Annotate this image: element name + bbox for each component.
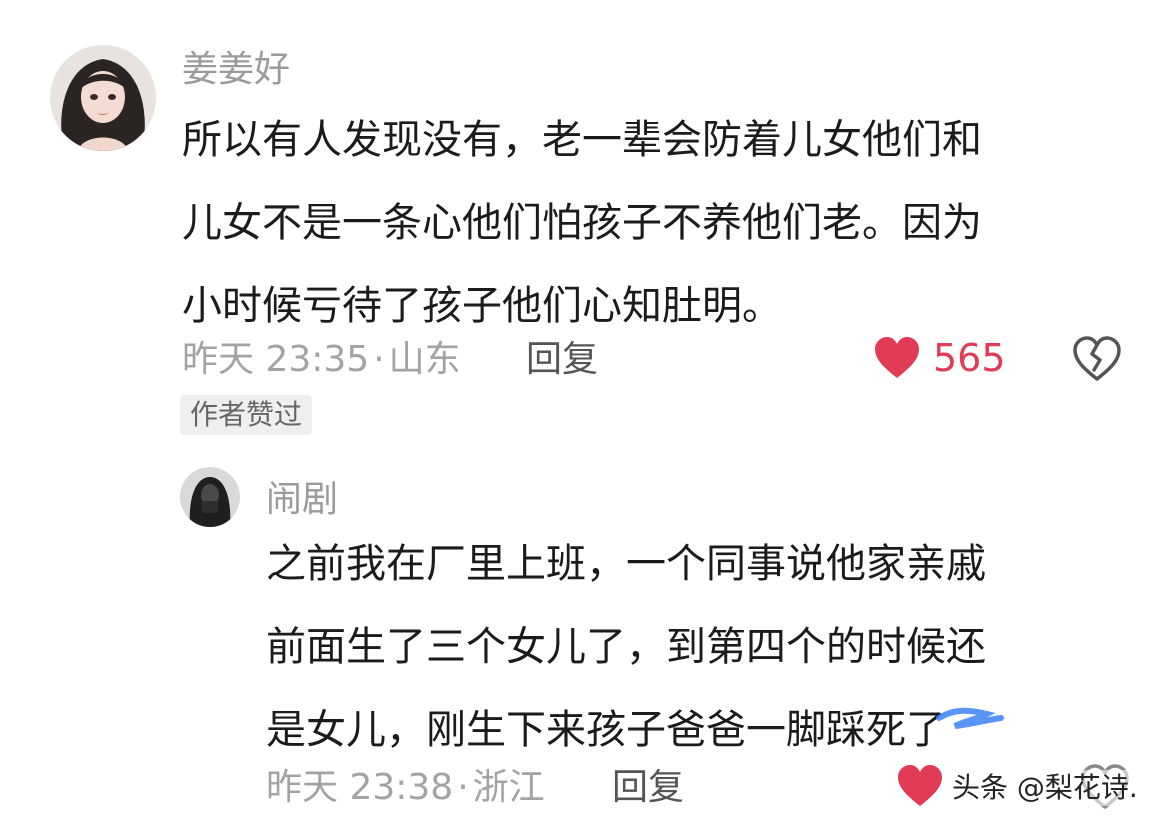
comment-line: 儿女不是一条心他们怕孩子不养他们老。因为 xyxy=(182,200,982,246)
watermark: 头条 @梨花诗. xyxy=(952,770,1138,806)
comment-time: 昨天 23:38 xyxy=(266,767,454,808)
comment-text: 之前我在厂里上班，一个同事说他家亲戚 前面生了三个女儿了，到第四个的时候还 是女… xyxy=(266,542,986,791)
comment-line: 是女儿，刚生下来孩子爸爸一脚踩死了 xyxy=(266,707,946,753)
comment-text: 所以有人发现没有，老一辈会防着儿女他们和 儿女不是一条心他们怕孩子不养他们老。因… xyxy=(182,118,982,367)
user-avatar-image xyxy=(180,467,240,527)
comment-line: 前面生了三个女儿了，到第四个的时候还 xyxy=(266,624,986,670)
meta-separator: · xyxy=(457,767,469,808)
comment-location: 山东 xyxy=(388,339,461,380)
comment-username[interactable]: 姜姜好 xyxy=(182,50,290,90)
comment-username[interactable]: 闹剧 xyxy=(266,480,338,520)
reply-button[interactable]: 回复 xyxy=(526,340,598,380)
comment-location: 浙江 xyxy=(472,767,545,808)
like-button[interactable]: 565 xyxy=(873,336,1006,380)
avatar[interactable] xyxy=(50,45,156,151)
comment-time: 昨天 23:35 xyxy=(182,339,370,380)
comment-line: 小时候亏待了孩子他们心知肚明。 xyxy=(182,283,782,329)
heart-icon xyxy=(898,765,942,806)
author-liked-badge: 作者赞过 xyxy=(180,395,313,435)
like-count: 565 xyxy=(933,336,1006,380)
reply-button[interactable]: 回复 xyxy=(612,768,684,808)
comment-line: 所以有人发现没有，老一辈会防着儿女他们和 xyxy=(182,117,982,163)
comment-meta: 昨天 23:35 · 山东 xyxy=(182,340,461,380)
user-avatar-image xyxy=(50,45,156,151)
comment-meta: 昨天 23:38 · 浙江 xyxy=(266,768,545,808)
dislike-button[interactable] xyxy=(1072,336,1122,382)
like-button[interactable] xyxy=(896,764,944,808)
heart-icon xyxy=(875,337,919,378)
broken-heart-icon xyxy=(1073,336,1121,381)
censor-scribble xyxy=(936,707,1004,729)
meta-separator: · xyxy=(373,339,385,380)
avatar[interactable] xyxy=(180,467,240,527)
comment-line: 之前我在厂里上班，一个同事说他家亲戚 xyxy=(266,541,986,587)
